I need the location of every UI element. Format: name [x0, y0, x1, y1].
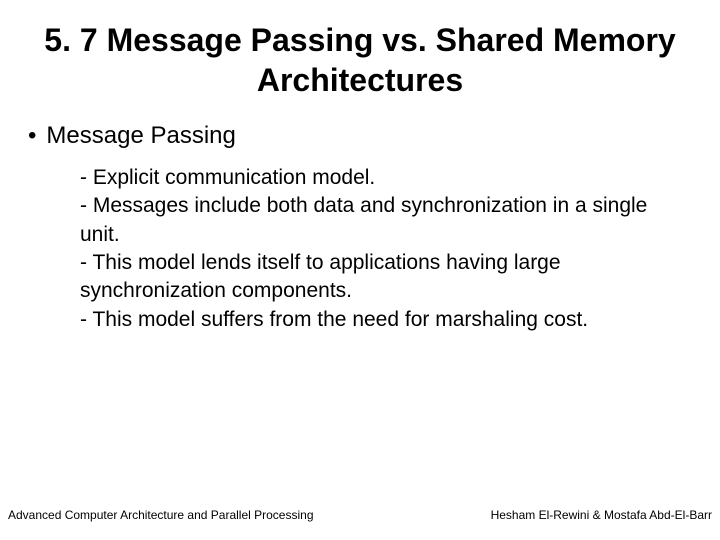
- point-line: - This model suffers from the need for m…: [80, 306, 680, 334]
- footer: Advanced Computer Architecture and Paral…: [0, 508, 720, 522]
- points-block: - Explicit communication model. - Messag…: [80, 164, 680, 334]
- slide: 5. 7 Message Passing vs. Shared Memory A…: [0, 0, 720, 540]
- point-line: - Explicit communication model.: [80, 164, 680, 192]
- footer-right: Hesham El-Rewini & Mostafa Abd-El-Barr: [491, 508, 712, 522]
- point-line: - Messages include both data and synchro…: [80, 192, 680, 249]
- bullet-label: Message Passing: [46, 122, 235, 150]
- point-line: - This model lends itself to application…: [80, 249, 680, 306]
- slide-title: 5. 7 Message Passing vs. Shared Memory A…: [40, 20, 680, 100]
- bullet-marker: •: [28, 122, 36, 150]
- bullet-item: • Message Passing: [28, 122, 680, 150]
- footer-left: Advanced Computer Architecture and Paral…: [8, 508, 314, 522]
